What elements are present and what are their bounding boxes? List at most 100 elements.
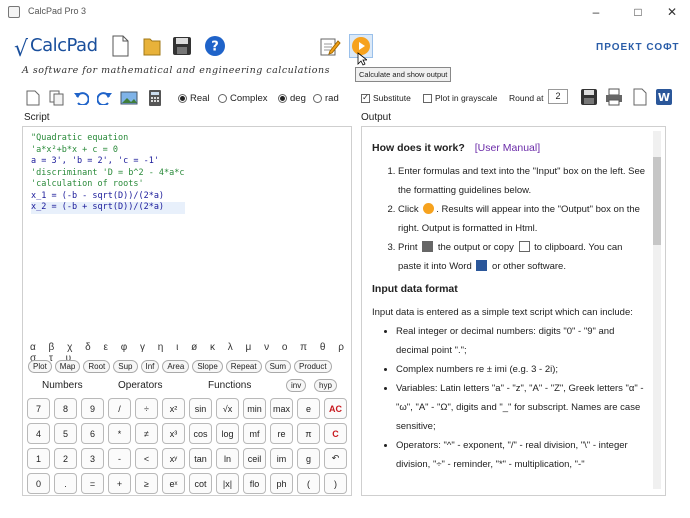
undo-button[interactable] bbox=[72, 89, 90, 107]
angle-deg-radio[interactable]: deg bbox=[278, 93, 306, 104]
save-output-button[interactable] bbox=[580, 88, 598, 106]
key-button[interactable]: 9 bbox=[81, 398, 104, 419]
code-line[interactable]: "Quadratic equation bbox=[31, 133, 185, 145]
copy-button[interactable] bbox=[48, 89, 66, 107]
key-button[interactable]: cot bbox=[189, 473, 212, 494]
code-line[interactable]: 'calculation of roots' bbox=[31, 179, 185, 191]
code-line[interactable]: 'a*x²+b*x + c = 0 bbox=[31, 145, 185, 157]
code-line[interactable]: x_2 = (-b + sqrt(D))/(2*a) bbox=[31, 202, 185, 214]
key-button[interactable]: ceil bbox=[243, 448, 266, 469]
inverse-toggle-button[interactable]: inv bbox=[286, 379, 307, 392]
angle-rad-radio[interactable]: rad bbox=[313, 93, 339, 104]
key-button[interactable]: min bbox=[243, 398, 266, 419]
func-inf-button[interactable]: Inf bbox=[140, 360, 160, 373]
key-button[interactable]: ↶ bbox=[324, 448, 347, 469]
key-button[interactable]: flo bbox=[243, 473, 266, 494]
func-sum-button[interactable]: Sum bbox=[264, 360, 292, 373]
format-button[interactable] bbox=[318, 34, 342, 58]
key-button[interactable]: ( bbox=[297, 473, 320, 494]
key-button[interactable]: xʸ bbox=[162, 448, 185, 469]
radio-selected-icon bbox=[178, 94, 187, 103]
key-button[interactable]: 0 bbox=[27, 473, 50, 494]
new-document-button[interactable] bbox=[24, 89, 42, 107]
key-button[interactable]: 7 bbox=[27, 398, 50, 419]
func-product-button[interactable]: Product bbox=[294, 360, 332, 373]
maximize-button[interactable]: □ bbox=[622, 2, 654, 22]
code-line[interactable]: x_1 = (-b - sqrt(D))/(2*a) bbox=[31, 191, 185, 203]
new-file-button[interactable] bbox=[108, 34, 132, 58]
key-button[interactable]: sin bbox=[189, 398, 212, 419]
substitute-checkbox[interactable]: ✓ Substitute bbox=[361, 93, 411, 103]
key-button[interactable]: ≥ bbox=[135, 473, 158, 494]
key-button[interactable]: max bbox=[270, 398, 293, 419]
key-button[interactable]: AC bbox=[324, 398, 347, 419]
key-button[interactable]: cos bbox=[189, 423, 212, 444]
key-button[interactable]: x³ bbox=[162, 423, 185, 444]
copy-output-button[interactable] bbox=[631, 88, 649, 106]
save-file-button[interactable] bbox=[170, 34, 194, 58]
minimize-button[interactable]: – bbox=[580, 2, 612, 22]
tab-operators[interactable]: Operators bbox=[118, 380, 162, 391]
func-root-button[interactable]: Root bbox=[83, 360, 111, 373]
mode-real-radio[interactable]: Real bbox=[178, 93, 210, 104]
code-line[interactable]: 'discriminant 'D = b^2 - 4*a*c bbox=[31, 168, 185, 180]
help-button[interactable]: ? bbox=[203, 34, 227, 58]
key-button[interactable]: eˣ bbox=[162, 473, 185, 494]
key-button[interactable]: . bbox=[54, 473, 77, 494]
key-button[interactable]: re bbox=[270, 423, 293, 444]
key-button[interactable]: < bbox=[135, 448, 158, 469]
close-button[interactable]: ✕ bbox=[656, 2, 688, 22]
print-button[interactable] bbox=[605, 88, 623, 106]
key-button[interactable]: - bbox=[108, 448, 131, 469]
key-button[interactable]: x² bbox=[162, 398, 185, 419]
keypad-toggle-button[interactable] bbox=[146, 89, 164, 107]
hyperbolic-toggle-button[interactable]: hyp bbox=[314, 379, 337, 392]
key-button[interactable]: 8 bbox=[54, 398, 77, 419]
code-line[interactable]: a = 3', 'b = 2', 'c = -1' bbox=[31, 156, 185, 168]
func-sup-button[interactable]: Sup bbox=[113, 360, 138, 373]
output-viewer[interactable]: How does it work? [User Manual] Enter for… bbox=[361, 126, 666, 496]
key-button[interactable]: 4 bbox=[27, 423, 50, 444]
func-repeat-button[interactable]: Repeat bbox=[225, 360, 262, 373]
key-button[interactable]: e bbox=[297, 398, 320, 419]
func-plot-button[interactable]: Plot bbox=[28, 360, 52, 373]
func-map-button[interactable]: Map bbox=[54, 360, 81, 373]
key-button[interactable]: * bbox=[108, 423, 131, 444]
key-button[interactable]: |x| bbox=[216, 473, 239, 494]
script-code[interactable]: "Quadratic equation'a*x²+b*x + c = 0a = … bbox=[31, 133, 185, 214]
insert-image-button[interactable] bbox=[120, 89, 138, 107]
tab-numbers[interactable]: Numbers bbox=[42, 380, 83, 391]
plot-grayscale-checkbox[interactable]: Plot in grayscale bbox=[423, 93, 497, 103]
user-manual-link[interactable]: [User Manual] bbox=[475, 142, 540, 154]
mode-complex-radio[interactable]: Complex bbox=[218, 93, 268, 104]
key-button[interactable]: g bbox=[297, 448, 320, 469]
round-digits-input[interactable]: 2 bbox=[548, 89, 568, 104]
export-word-button[interactable]: W bbox=[655, 88, 673, 106]
key-button[interactable]: 2 bbox=[54, 448, 77, 469]
func-slope-button[interactable]: Slope bbox=[192, 360, 223, 373]
key-button[interactable]: mf bbox=[243, 423, 266, 444]
redo-button[interactable] bbox=[96, 89, 114, 107]
key-button[interactable]: ) bbox=[324, 473, 347, 494]
output-scrollbar-thumb[interactable] bbox=[653, 157, 661, 245]
func-area-button[interactable]: Area bbox=[162, 360, 190, 373]
key-button[interactable]: π bbox=[297, 423, 320, 444]
key-button[interactable]: im bbox=[270, 448, 293, 469]
key-button[interactable]: + bbox=[108, 473, 131, 494]
key-button[interactable]: / bbox=[108, 398, 131, 419]
key-button[interactable]: ≠ bbox=[135, 423, 158, 444]
key-button[interactable]: 5 bbox=[54, 423, 77, 444]
key-button[interactable]: √x bbox=[216, 398, 239, 419]
key-button[interactable]: = bbox=[81, 473, 104, 494]
key-button[interactable]: 6 bbox=[81, 423, 104, 444]
key-button[interactable]: ph bbox=[270, 473, 293, 494]
key-button[interactable]: tan bbox=[189, 448, 212, 469]
key-button[interactable]: ÷ bbox=[135, 398, 158, 419]
key-button[interactable]: C bbox=[324, 423, 347, 444]
key-button[interactable]: 3 bbox=[81, 448, 104, 469]
key-button[interactable]: ln bbox=[216, 448, 239, 469]
open-file-button[interactable] bbox=[140, 34, 164, 58]
tab-functions[interactable]: Functions bbox=[208, 380, 251, 391]
key-button[interactable]: log bbox=[216, 423, 239, 444]
key-button[interactable]: 1 bbox=[27, 448, 50, 469]
